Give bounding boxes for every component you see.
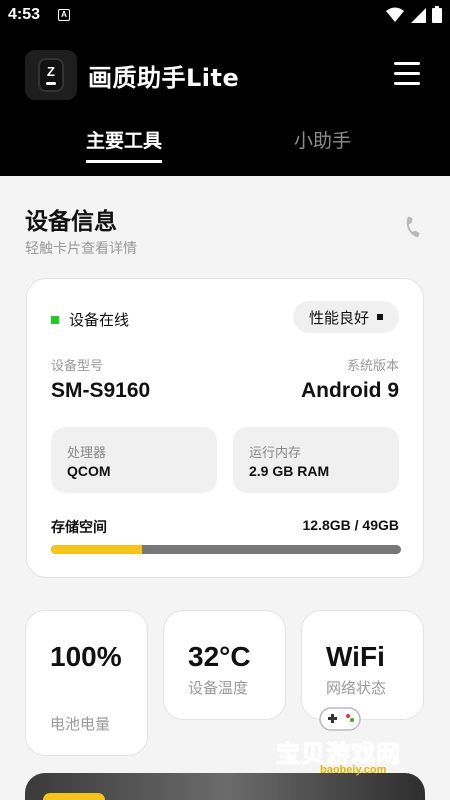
section-title: 设备信息	[25, 209, 117, 235]
tab-helper[interactable]: 小助手	[294, 126, 351, 153]
model-value: SM-S9160	[51, 379, 151, 402]
ram-box: 运行内存 2.9 GB RAM	[233, 427, 399, 493]
cpu-box: 处理器 QCOM	[51, 427, 217, 493]
tab-bar: 主要工具 小助手	[0, 126, 450, 166]
performance-badge: 性能良好	[292, 301, 399, 333]
wifi-icon	[386, 7, 404, 22]
banner-tag	[43, 793, 105, 800]
logo-mark: Z	[38, 58, 64, 92]
device-info-card[interactable]: 设备在线 性能良好 设备型号 系统版本 SM-S9160 Android 9 处…	[26, 278, 424, 578]
temperature-value: 32°C	[188, 641, 251, 672]
ram-value: 2.9 GB RAM	[249, 463, 330, 479]
performance-text: 性能良好	[308, 308, 369, 327]
network-label: 网络状态	[326, 679, 387, 697]
app-header: 4:53 A Z 画质助手Lite 主要工具 小助手	[0, 0, 450, 176]
performance-dot-icon	[377, 314, 383, 320]
model-label: 设备型号	[51, 359, 104, 374]
battery-label: 电池电量	[50, 715, 111, 733]
battery-icon	[432, 6, 442, 23]
phone-icon[interactable]	[402, 216, 424, 238]
hamburger-icon	[394, 62, 420, 65]
tab-main-tools[interactable]: 主要工具	[86, 126, 163, 163]
gamepad-icon	[319, 707, 361, 731]
storage-progress-fill	[51, 545, 142, 554]
watermark-logo: 宝贝游戏网 baobeiy.com	[272, 700, 432, 782]
online-status: 设备在线	[51, 309, 129, 330]
section-subtitle: 轻触卡片查看详情	[25, 241, 137, 257]
status-time: 4:53	[8, 6, 41, 23]
status-icons	[386, 6, 442, 23]
temperature-label: 设备温度	[188, 679, 249, 697]
network-value: WiFi	[326, 641, 385, 672]
ram-label: 运行内存	[249, 446, 302, 461]
version-label: 系统版本	[346, 359, 399, 374]
menu-button[interactable]	[394, 62, 420, 86]
temperature-card[interactable]: 32°C 设备温度	[163, 610, 286, 720]
storage-value: 12.8GB / 49GB	[302, 517, 400, 533]
battery-value: 100%	[50, 641, 122, 672]
notification-icon: A	[58, 9, 70, 21]
app-title: 画质助手Lite	[88, 64, 240, 92]
app-logo: Z	[25, 50, 77, 100]
version-value: Android 9	[301, 379, 399, 402]
storage-label: 存储空间	[51, 520, 107, 536]
logo-letter: Z	[47, 64, 55, 79]
signal-icon	[411, 7, 426, 23]
status-bar: 4:53 A	[0, 0, 450, 32]
battery-card[interactable]: 100% 电池电量	[25, 610, 148, 756]
cpu-label: 处理器	[67, 446, 107, 461]
storage-progress-bar	[51, 545, 401, 554]
watermark-url: baobeiy.com	[320, 764, 387, 776]
online-indicator-icon	[51, 315, 59, 324]
online-status-text: 设备在线	[69, 311, 130, 329]
cpu-value: QCOM	[67, 463, 111, 479]
